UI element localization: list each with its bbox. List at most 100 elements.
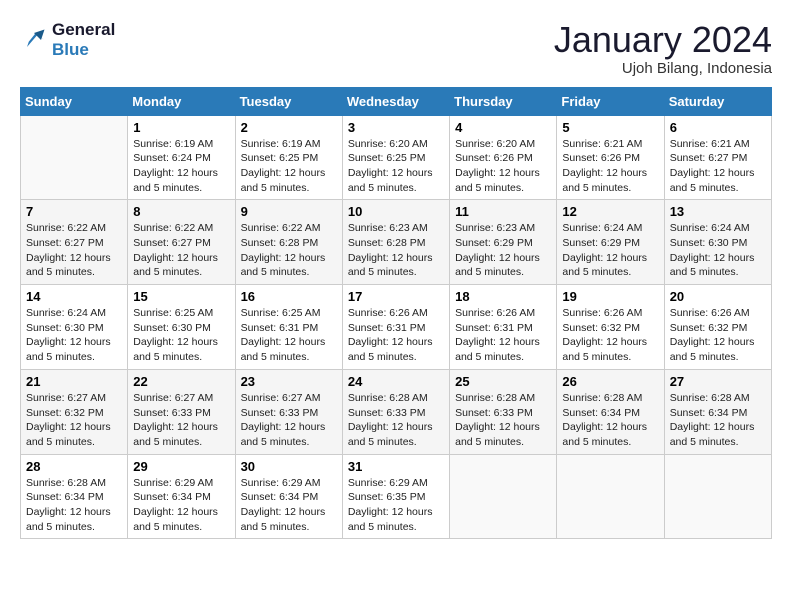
day-detail: Sunrise: 6:23 AMSunset: 6:29 PMDaylight:… [455,221,551,280]
calendar-cell: 7 Sunrise: 6:22 AMSunset: 6:27 PMDaylight… [21,200,128,285]
day-number: 14 [26,289,122,304]
calendar-cell: 8 Sunrise: 6:22 AMSunset: 6:27 PMDaylight… [128,200,235,285]
day-number: 31 [348,459,444,474]
weekday-header-tuesday: Tuesday [235,87,342,115]
calendar-cell: 30 Sunrise: 6:29 AMSunset: 6:34 PMDayligh… [235,454,342,539]
calendar-cell: 4Sunrise: 6:20 AMSunset: 6:26 PMDaylight… [450,115,557,200]
day-detail: Sunrise: 6:28 AMSunset: 6:34 PMDaylight:… [562,391,658,450]
day-detail: Sunrise: 6:29 AMSunset: 6:34 PMDaylight:… [133,476,229,535]
day-detail: Sunrise: 6:28 AMSunset: 6:34 PMDaylight:… [670,391,766,450]
calendar-cell: 11Sunrise: 6:23 AMSunset: 6:29 PMDayligh… [450,200,557,285]
day-number: 8 [133,204,229,219]
day-detail: Sunrise: 6:22 AMSunset: 6:27 PMDaylight:… [26,221,122,280]
day-detail: Sunrise: 6:26 AMSunset: 6:32 PMDaylight:… [562,306,658,365]
calendar-cell: 18 Sunrise: 6:26 AMSunset: 6:31 PMDayligh… [450,285,557,370]
calendar-cell [664,454,771,539]
calendar-cell [557,454,664,539]
logo: General Blue [20,20,115,60]
calendar-cell: 3 Sunrise: 6:20 AMSunset: 6:25 PMDaylight… [342,115,449,200]
calendar-cell: 16 Sunrise: 6:25 AMSunset: 6:31 PMDayligh… [235,285,342,370]
calendar-cell: 5 Sunrise: 6:21 AMSunset: 6:26 PMDaylight… [557,115,664,200]
calendar-cell: 2 Sunrise: 6:19 AMSunset: 6:25 PMDaylight… [235,115,342,200]
day-detail: Sunrise: 6:19 AMSunset: 6:25 PMDaylight:… [241,137,337,196]
day-number: 12 [562,204,658,219]
day-number: 7 [26,204,122,219]
calendar-table: SundayMondayTuesdayWednesdayThursdayFrid… [20,87,772,540]
calendar-cell: 17 Sunrise: 6:26 AMSunset: 6:31 PMDayligh… [342,285,449,370]
weekday-header-saturday: Saturday [664,87,771,115]
calendar-cell: 31Sunrise: 6:29 AMSunset: 6:35 PMDayligh… [342,454,449,539]
day-number: 2 [241,120,337,135]
day-detail: Sunrise: 6:26 AMSunset: 6:32 PMDaylight:… [670,306,766,365]
calendar-week-row: 28Sunrise: 6:28 AMSunset: 6:34 PMDayligh… [21,454,772,539]
day-detail: Sunrise: 6:20 AMSunset: 6:25 PMDaylight:… [348,137,444,196]
day-number: 20 [670,289,766,304]
page-header: General Blue January 2024 Ujoh Bilang, I… [20,20,772,77]
day-number: 23 [241,374,337,389]
day-number: 19 [562,289,658,304]
day-detail: Sunrise: 6:23 AMSunset: 6:28 PMDaylight:… [348,221,444,280]
calendar-week-row: 7 Sunrise: 6:22 AMSunset: 6:27 PMDaylight… [21,200,772,285]
weekday-header-monday: Monday [128,87,235,115]
day-detail: Sunrise: 6:29 AMSunset: 6:34 PMDaylight:… [241,476,337,535]
day-detail: Sunrise: 6:27 AMSunset: 6:33 PMDaylight:… [133,391,229,450]
day-number: 28 [26,459,122,474]
calendar-week-row: 21 Sunrise: 6:27 AMSunset: 6:32 PMDayligh… [21,369,772,454]
calendar-week-row: 14 Sunrise: 6:24 AMSunset: 6:30 PMDayligh… [21,285,772,370]
day-detail: Sunrise: 6:25 AMSunset: 6:30 PMDaylight:… [133,306,229,365]
day-number: 3 [348,120,444,135]
calendar-cell: 10 Sunrise: 6:23 AMSunset: 6:28 PMDayligh… [342,200,449,285]
day-detail: Sunrise: 6:20 AMSunset: 6:26 PMDaylight:… [455,137,551,196]
day-detail: Sunrise: 6:27 AMSunset: 6:33 PMDaylight:… [241,391,337,450]
day-detail: Sunrise: 6:22 AMSunset: 6:28 PMDaylight:… [241,221,337,280]
calendar-cell: 20 Sunrise: 6:26 AMSunset: 6:32 PMDayligh… [664,285,771,370]
calendar-cell [21,115,128,200]
calendar-week-row: 1Sunrise: 6:19 AMSunset: 6:24 PMDaylight… [21,115,772,200]
day-detail: Sunrise: 6:27 AMSunset: 6:32 PMDaylight:… [26,391,122,450]
day-detail: Sunrise: 6:24 AMSunset: 6:30 PMDaylight:… [26,306,122,365]
day-number: 13 [670,204,766,219]
day-number: 10 [348,204,444,219]
day-detail: Sunrise: 6:24 AMSunset: 6:30 PMDaylight:… [670,221,766,280]
calendar-cell: 12Sunrise: 6:24 AMSunset: 6:29 PMDayligh… [557,200,664,285]
day-detail: Sunrise: 6:22 AMSunset: 6:27 PMDaylight:… [133,221,229,280]
day-detail: Sunrise: 6:21 AMSunset: 6:26 PMDaylight:… [562,137,658,196]
day-number: 26 [562,374,658,389]
day-detail: Sunrise: 6:26 AMSunset: 6:31 PMDaylight:… [455,306,551,365]
calendar-cell: 27 Sunrise: 6:28 AMSunset: 6:34 PMDayligh… [664,369,771,454]
day-number: 15 [133,289,229,304]
day-number: 9 [241,204,337,219]
day-number: 6 [670,120,766,135]
calendar-cell: 21 Sunrise: 6:27 AMSunset: 6:32 PMDayligh… [21,369,128,454]
day-number: 5 [562,120,658,135]
calendar-cell: 1Sunrise: 6:19 AMSunset: 6:24 PMDaylight… [128,115,235,200]
day-number: 22 [133,374,229,389]
calendar-cell: 9 Sunrise: 6:22 AMSunset: 6:28 PMDaylight… [235,200,342,285]
day-number: 27 [670,374,766,389]
calendar-cell: 28Sunrise: 6:28 AMSunset: 6:34 PMDayligh… [21,454,128,539]
day-detail: Sunrise: 6:21 AMSunset: 6:27 PMDaylight:… [670,137,766,196]
day-detail: Sunrise: 6:19 AMSunset: 6:24 PMDaylight:… [133,137,229,196]
weekday-header-thursday: Thursday [450,87,557,115]
day-number: 24 [348,374,444,389]
weekday-header-sunday: Sunday [21,87,128,115]
day-number: 16 [241,289,337,304]
day-number: 21 [26,374,122,389]
day-detail: Sunrise: 6:28 AMSunset: 6:33 PMDaylight:… [455,391,551,450]
calendar-cell: 6 Sunrise: 6:21 AMSunset: 6:27 PMDaylight… [664,115,771,200]
day-number: 17 [348,289,444,304]
day-number: 30 [241,459,337,474]
day-detail: Sunrise: 6:25 AMSunset: 6:31 PMDaylight:… [241,306,337,365]
calendar-cell: 23 Sunrise: 6:27 AMSunset: 6:33 PMDayligh… [235,369,342,454]
calendar-cell: 25 Sunrise: 6:28 AMSunset: 6:33 PMDayligh… [450,369,557,454]
calendar-cell: 15 Sunrise: 6:25 AMSunset: 6:30 PMDayligh… [128,285,235,370]
weekday-header-wednesday: Wednesday [342,87,449,115]
calendar-cell [450,454,557,539]
logo-icon [20,26,48,54]
day-detail: Sunrise: 6:26 AMSunset: 6:31 PMDaylight:… [348,306,444,365]
calendar-cell: 19 Sunrise: 6:26 AMSunset: 6:32 PMDayligh… [557,285,664,370]
calendar-cell: 22 Sunrise: 6:27 AMSunset: 6:33 PMDayligh… [128,369,235,454]
day-number: 25 [455,374,551,389]
day-number: 18 [455,289,551,304]
calendar-cell: 24Sunrise: 6:28 AMSunset: 6:33 PMDayligh… [342,369,449,454]
